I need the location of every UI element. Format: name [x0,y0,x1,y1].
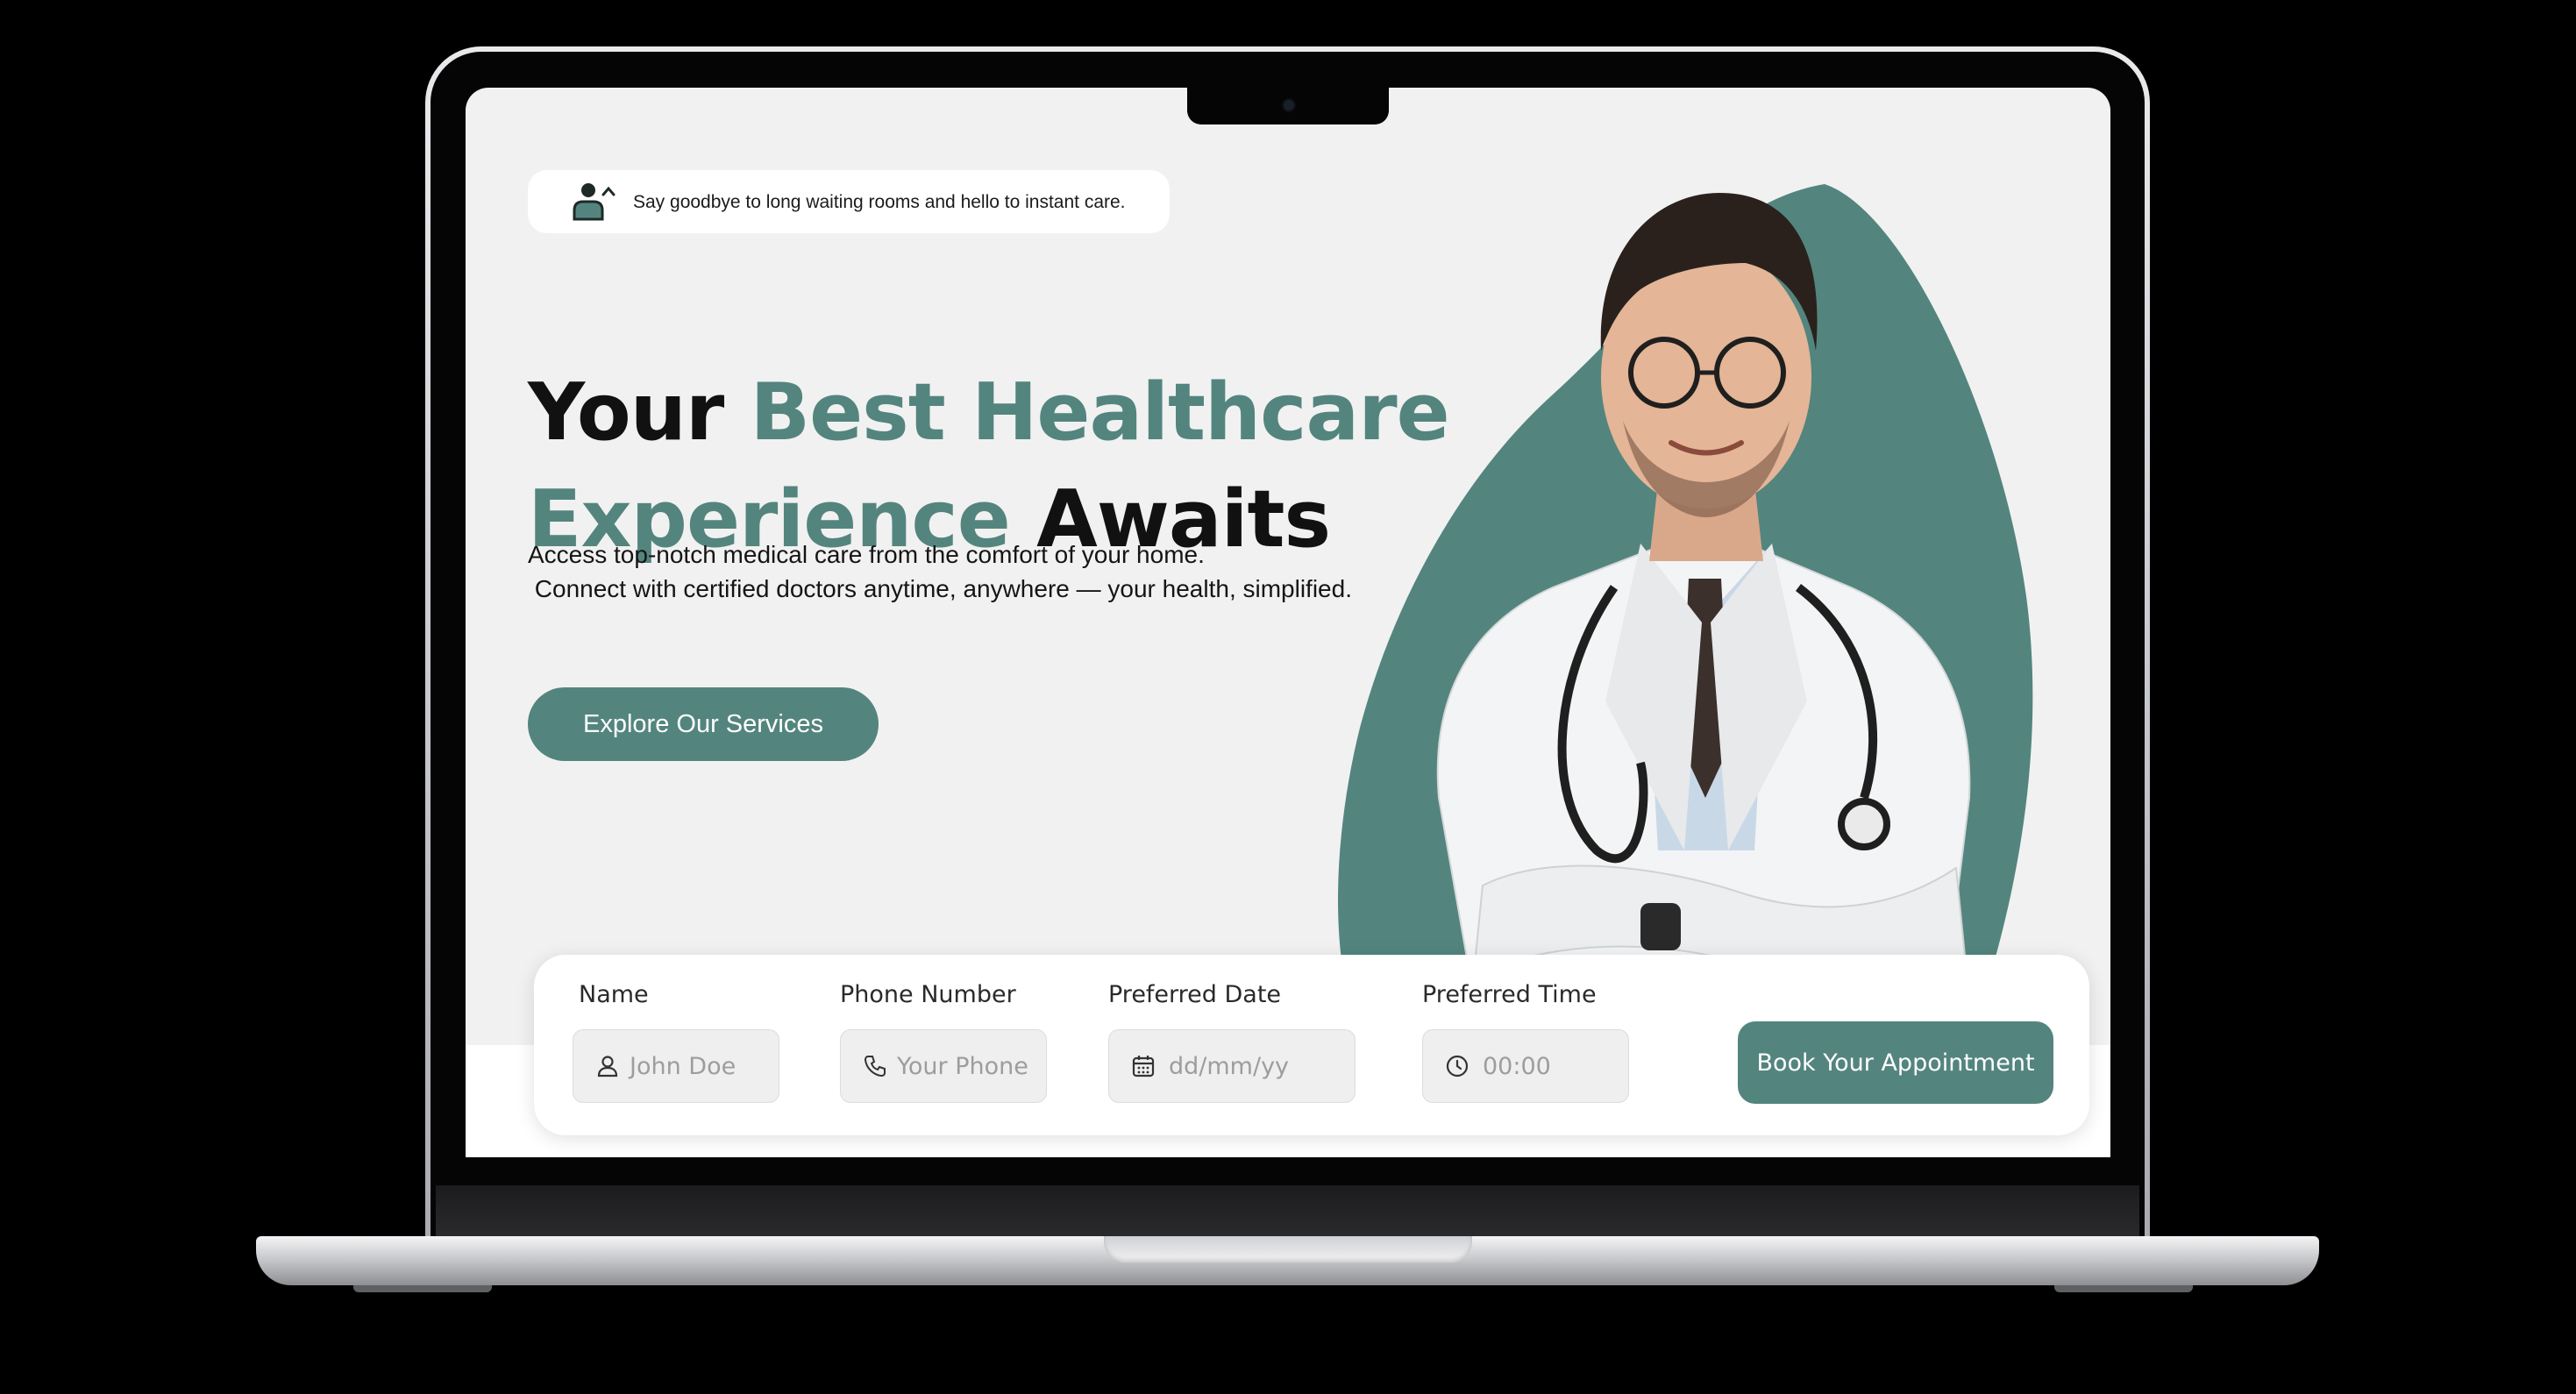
name-field[interactable]: John Doe [573,1029,779,1103]
calendar-icon [1132,1056,1155,1078]
explore-services-button[interactable]: Explore Our Services [528,687,879,761]
description-line-2: Connect with certified doctors anytime, … [528,575,1352,602]
camera-notch [1187,88,1389,124]
headline-line-1: Your Best Healthcare [528,359,1450,466]
laptop-foot-right [2054,1285,2193,1292]
phone-label: Phone Number [840,981,1016,1008]
user-icon [597,1056,618,1078]
laptop-base [256,1236,2319,1285]
name-placeholder: John Doe [630,1052,737,1080]
laptop-hinge [436,1185,2139,1236]
laptop-screen: Say goodbye to long waiting rooms and he… [466,88,2110,1157]
name-label: Name [579,981,649,1008]
time-label: Preferred Time [1422,981,1597,1008]
phone-field[interactable]: Your Phone [840,1029,1047,1103]
laptop-foot-left [353,1285,492,1292]
phone-placeholder: Your Phone [897,1052,1028,1080]
tagline-text: Say goodbye to long waiting rooms and he… [633,192,1126,212]
book-appointment-button[interactable]: Book Your Appointment [1738,1021,2053,1104]
doctor-person-icon [573,183,616,221]
webcam-icon [1284,100,1294,110]
date-label: Preferred Date [1108,981,1282,1008]
hero-description: Access top-notch medical care from the c… [528,537,1352,606]
phone-icon [864,1056,886,1078]
headline-word-your: Your [528,366,751,459]
tagline-pill: Say goodbye to long waiting rooms and he… [528,170,1170,233]
doctor-photo [1436,193,1971,1048]
time-field[interactable]: 00:00 [1422,1029,1629,1103]
appointment-form: Name John Doe Phone Number Your Phone Pr… [534,955,2089,1135]
laptop-thumb-notch [1104,1236,1472,1262]
time-placeholder: 00:00 [1483,1052,1551,1080]
date-field[interactable]: dd/mm/yy [1108,1029,1356,1103]
date-placeholder: dd/mm/yy [1169,1052,1290,1080]
description-line-1: Access top-notch medical care from the c… [528,541,1205,568]
clock-icon [1446,1055,1469,1078]
